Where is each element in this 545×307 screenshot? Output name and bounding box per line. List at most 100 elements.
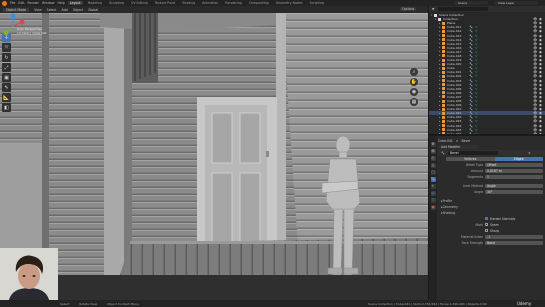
properties-body: Cube.041 > Bevel Add Modifier 🔧 Bevel ✕ … [438,138,545,246]
harden-normals-checkbox[interactable]: Harden Normals [485,217,515,221]
outliner-list: ▾ Scene Collection ▾ Collection 👁 ◉ ▸ Plane 👁 ◉ ▸ C… [429,12,545,140]
annotate-tool-icon[interactable]: ✎ [2,83,11,92]
tab-rendering[interactable]: Rendering [223,1,243,5]
object-icon [442,29,445,33]
select-menu[interactable]: Select [47,8,57,12]
tab-layout[interactable]: Layout [67,1,83,5]
object-icon [442,107,445,111]
rotate-tool-icon[interactable]: ↻ [2,53,11,62]
ortho-grid-icon[interactable]: ▦ [410,98,418,106]
render-tab-icon[interactable]: ▤ [430,149,436,154]
material-index-field[interactable]: -1 [485,234,543,240]
measure-tool-icon[interactable]: 📐 [2,93,11,102]
add-cube-tool-icon[interactable]: ◧ [2,103,11,112]
scene-tab-icon[interactable]: ◬ [430,163,436,168]
angle-label: Angle [474,190,483,194]
segments-label: Segments [467,175,483,179]
seam-checkbox[interactable]: Seam [485,223,499,227]
affect-segment: Vertices Edges [446,156,543,162]
object-icon [442,58,445,62]
width-type-dropdown[interactable]: Offset [485,162,543,168]
object-icon [442,74,445,78]
object-icon [442,83,445,87]
vertices-toggle[interactable]: Vertices [446,156,495,162]
view-menu[interactable]: View [34,8,42,12]
object-icon [442,70,445,74]
tool-tab-icon[interactable]: ⚒ [430,142,436,147]
udemy-watermark: Udemy [517,301,532,306]
tab-compositing[interactable]: Compositing [247,1,271,5]
object-icon [442,99,445,103]
tab-modeling[interactable]: Modeling [86,1,105,5]
tab-animation[interactable]: Animation [200,1,220,5]
object-icon [442,42,445,46]
mark-label: Mark [475,223,483,227]
amount-label: Amount [470,169,483,173]
object-icon [442,91,445,95]
tab-sculpting[interactable]: Sculpting [107,1,126,5]
modifier-tab-icon[interactable]: 🔧 [430,177,436,182]
material-index-label: Material Index [460,235,483,239]
tab-scripting[interactable]: Scripting [308,1,326,5]
collection-icon [434,13,437,17]
object-icon [442,87,445,91]
object-name: Cube.041 [438,139,453,143]
segments-field[interactable]: 1 [485,174,543,180]
tool-shelf: ✛ ⤧ ↻ ⤢ ▣ ✎ 📐 ◧ [2,33,11,112]
sharp-checkbox[interactable]: Sharp [485,229,499,233]
object-tab-icon[interactable]: ▢ [430,170,436,175]
3d-viewport[interactable]: User Perspective (1) Door | Cube.041 ✛ ⤧… [0,13,428,275]
wrench-icon: 🔧 [441,151,445,155]
scene-selector[interactable]: Scene [454,1,488,5]
object-icon [442,46,445,50]
mesh-data-tab-icon[interactable]: ▽ [430,198,436,203]
object-icon [442,38,445,42]
status-hint-rotate: Rotate View [79,301,98,306]
scale-tool-icon[interactable]: ⤢ [2,63,11,72]
options-dropdown[interactable]: Options [400,7,417,11]
tab-uv-editing[interactable]: UV Editing [129,1,150,5]
particles-tab-icon[interactable]: ✳ [430,184,436,189]
physics-tab-icon[interactable]: ◎ [430,191,436,196]
tab-shading[interactable]: Shading [180,1,197,5]
face-strength-dropdown[interactable]: None [485,240,543,246]
add-menu[interactable]: Add [62,8,68,12]
scene-render [0,13,428,275]
material-tab-icon[interactable]: ● [430,205,436,210]
angle-field[interactable]: 30° [485,189,543,195]
navigation-gizmo-icon[interactable] [0,13,26,39]
close-icon[interactable]: ✕ [528,151,531,155]
pan-hand-icon[interactable]: ✋ [410,78,418,86]
blender-logo-icon[interactable] [2,0,7,6]
menu-edit[interactable]: Edit [18,1,24,5]
transform-tool-icon[interactable]: ▣ [2,73,11,82]
zoom-icon[interactable]: ⌕ [410,68,418,76]
amount-field[interactable]: 0.0167 m [485,168,543,174]
limit-method-dropdown[interactable]: Angle [485,183,543,189]
filter-icon[interactable]: ▼ [432,7,434,11]
object-menu[interactable]: Object [73,8,83,12]
move-tool-icon[interactable]: ⤧ [2,43,11,52]
object-icon [442,62,445,66]
add-modifier-button[interactable]: Add Modifier [438,145,478,149]
width-type-label: Width Type [465,163,483,167]
menu-help[interactable]: Help [57,1,64,5]
tab-texture-paint[interactable]: Texture Paint [153,1,178,5]
status-hint-select: Select [60,301,70,306]
camera-view-icon[interactable]: ◉ [410,88,418,96]
orientation-dropdown[interactable]: Global [88,8,98,12]
menu-render[interactable]: Render [28,1,39,5]
outliner-search-input[interactable] [438,7,489,11]
menu-file[interactable]: File [10,1,15,5]
presenter-webcam [0,248,58,307]
edges-toggle[interactable]: Edges [494,156,543,162]
menu-window[interactable]: Window [42,1,55,5]
output-tab-icon[interactable]: ⎙ [430,156,436,161]
object-icon [442,21,445,25]
modifier-name-field[interactable]: Bevel [448,150,498,156]
viewport-header: Object Mode View Select Add Object Globa… [0,6,428,13]
tab-geometry-nodes[interactable]: Geometry Nodes [274,1,305,5]
view-layer-selector[interactable]: View Layer [494,1,538,5]
object-mode-dropdown[interactable]: Object Mode [3,7,30,12]
object-icon [442,119,445,123]
